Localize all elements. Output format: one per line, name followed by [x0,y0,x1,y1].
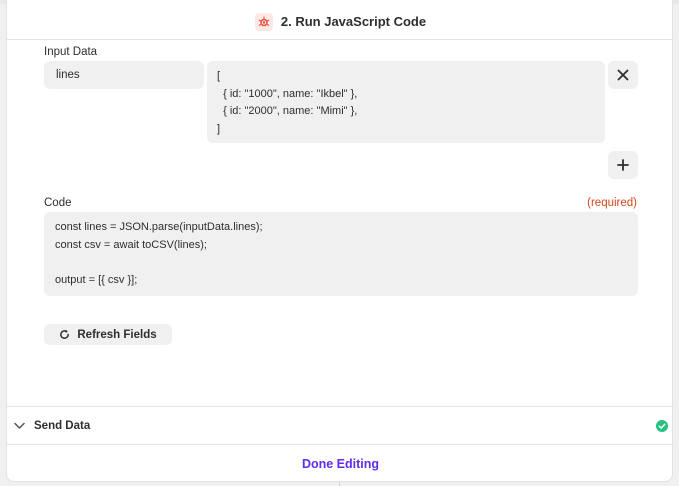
code-editor[interactable]: const lines = JSON.parse(inputData.lines… [44,212,638,296]
value-line: { id: "1000", name: "Ikbel" }, [217,87,358,100]
plus-icon [617,159,629,171]
done-editing-button[interactable]: Done Editing [302,457,379,471]
send-data-label: Send Data [34,420,91,432]
code-label: Code [44,197,72,209]
input-data-label: Input Data [44,46,98,58]
step-editor-panel: 2. Run JavaScript Code Input Data lines … [6,0,674,482]
close-icon [617,69,629,81]
add-input-button[interactable] [608,151,638,179]
required-indicator: (required) [587,197,637,209]
send-data-section-toggle[interactable]: Send Data [7,406,674,445]
input-data-value-field[interactable]: [ { id: "1000", name: "Ikbel" }, { id: "… [207,61,605,143]
canvas-connector [339,482,340,486]
code-line: const csv = await toCSV(lines); [55,238,207,251]
remove-input-button[interactable] [608,61,638,89]
value-line: [ [217,70,221,82]
refresh-icon [60,329,70,339]
refresh-fields-label: Refresh Fields [77,328,157,341]
chevron-down-icon [14,422,25,429]
value-line: ] [217,122,221,135]
done-editing-row: Done Editing [7,445,674,482]
code-line: const lines = JSON.parse(inputData.lines… [55,221,263,233]
step-title: 2. Run JavaScript Code [280,14,427,29]
value-line: { id: "2000", name: "Mimi" }, [217,105,358,117]
input-data-key-field[interactable]: lines [44,61,204,89]
step-header: 2. Run JavaScript Code [7,4,674,40]
refresh-fields-button[interactable]: Refresh Fields [44,324,172,345]
check-circle-icon [656,420,668,432]
code-app-icon [254,12,273,31]
code-line: output = [{ csv }]; [55,273,138,286]
